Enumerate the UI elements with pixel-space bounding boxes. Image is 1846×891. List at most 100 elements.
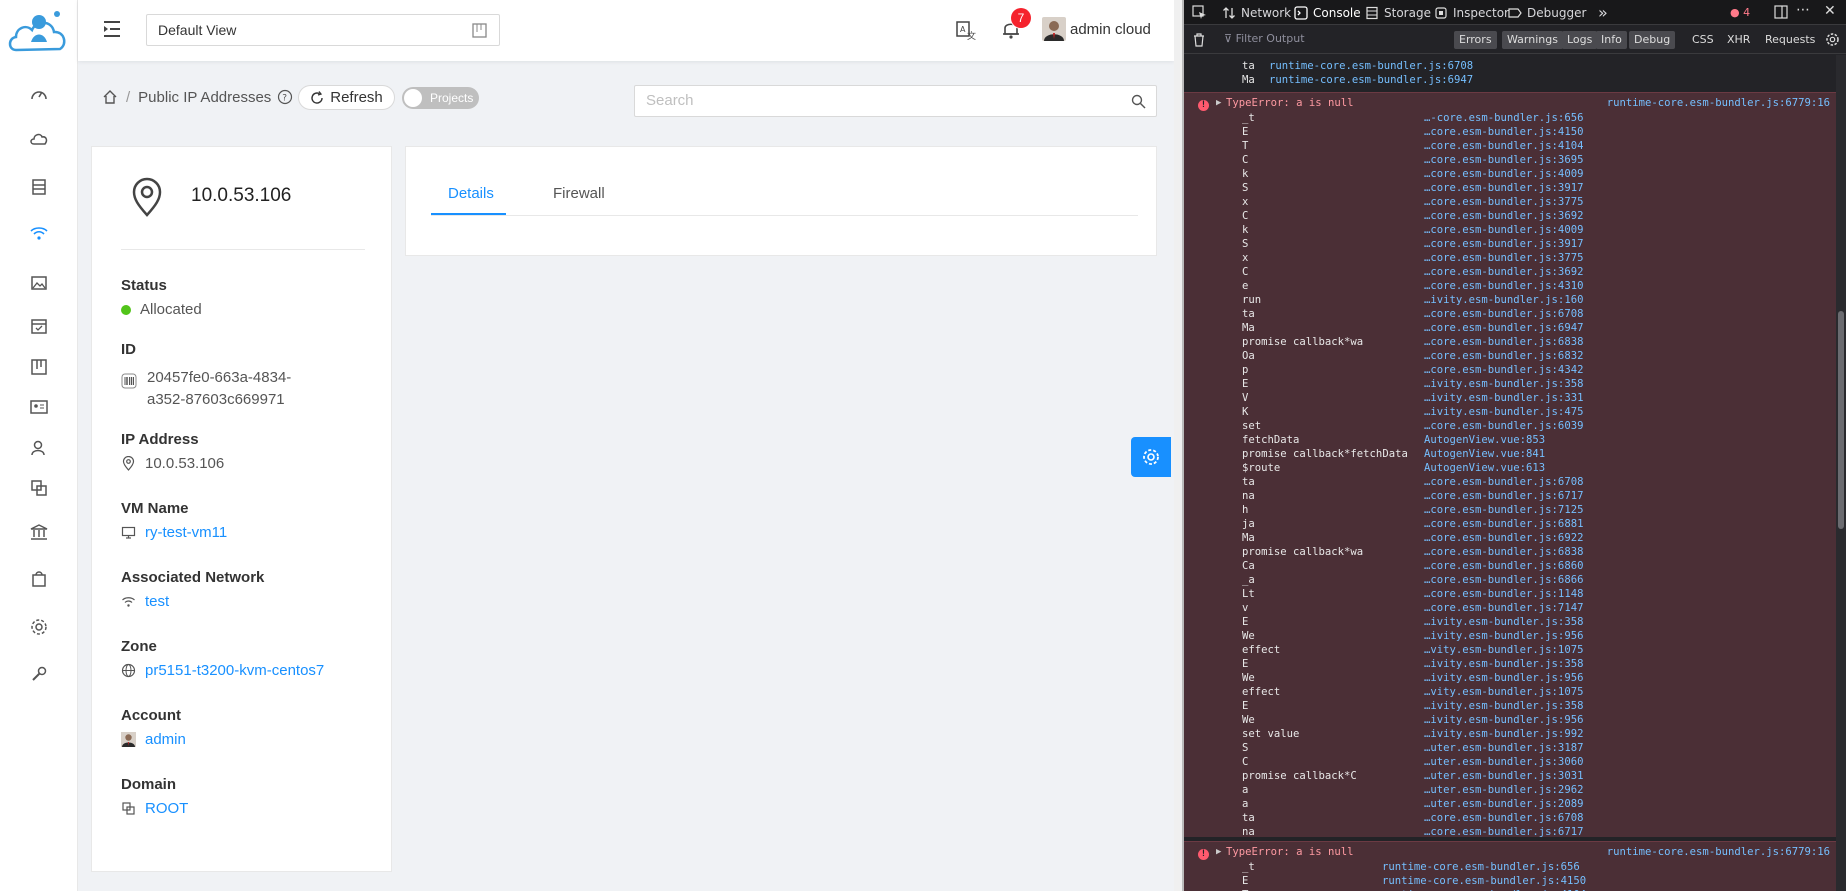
stack-frame-location-link[interactable]: …ivity.esm-bundler.js:956 — [1424, 671, 1583, 685]
home-icon[interactable] — [102, 89, 118, 105]
element-picker-icon[interactable] — [1192, 5, 1207, 20]
filter-errors-button[interactable]: Errors — [1454, 31, 1497, 49]
stack-frame-location-link[interactable]: …core.esm-bundler.js:6039 — [1424, 419, 1583, 433]
stack-frame-location-link[interactable]: …ivity.esm-bundler.js:160 — [1424, 293, 1583, 307]
stack-frame-location-link[interactable]: …core.esm-bundler.js:3695 — [1424, 153, 1583, 167]
nav-compute-cloud-icon[interactable] — [22, 124, 56, 154]
stack-frame-location-link[interactable]: …uter.esm-bundler.js:3031 — [1424, 769, 1583, 783]
stack-frame-location-link[interactable]: …core.esm-bundler.js:3692 — [1424, 209, 1583, 223]
close-devtools-icon[interactable]: ✕ — [1824, 3, 1836, 19]
stack-frame-location-link[interactable]: …core.esm-bundler.js:3917 — [1424, 181, 1583, 195]
menu-fold-icon[interactable] — [100, 18, 124, 40]
stack-frame-location-link[interactable]: …ivity.esm-bundler.js:956 — [1424, 713, 1583, 727]
filter-warnings-button[interactable]: Warnings — [1502, 31, 1563, 49]
stack-frame-location-link[interactable]: runtime-core.esm-bundler.js:656 — [1382, 860, 1580, 874]
stack-frame-location-link[interactable]: …ivity.esm-bundler.js:475 — [1424, 405, 1583, 419]
stack-frame-location-link[interactable]: …core.esm-bundler.js:4009 — [1424, 223, 1583, 237]
dock-side-icon[interactable] — [1774, 5, 1788, 19]
stack-frame-location-link[interactable]: …core.esm-bundler.js:4342 — [1424, 363, 1583, 377]
nav-offerings-bag-icon[interactable] — [22, 564, 56, 594]
stack-frame-location-link[interactable]: …ivity.esm-bundler.js:331 — [1424, 391, 1583, 405]
stack-frame-location-link[interactable]: …uter.esm-bundler.js:3187 — [1424, 741, 1583, 755]
stack-frame-location-link[interactable]: …core.esm-bundler.js:3692 — [1424, 265, 1583, 279]
stack-frame-location-link[interactable]: …ivity.esm-bundler.js:358 — [1424, 377, 1583, 391]
stack-frame-location-link[interactable]: …core.esm-bundler.js:6922 — [1424, 531, 1583, 545]
expand-arrow-icon[interactable]: ▶ — [1216, 98, 1221, 108]
stack-frame-location-link[interactable]: …core.esm-bundler.js:7147 — [1424, 601, 1583, 615]
refresh-button[interactable]: Refresh — [298, 85, 395, 110]
stack-frame-location-link[interactable]: …core.esm-bundler.js:7125 — [1424, 503, 1583, 517]
zone-link[interactable]: pr5151-t3200-kvm-centos7 — [145, 662, 324, 679]
stack-frame-location-link[interactable]: …core.esm-bundler.js:6717 — [1424, 825, 1583, 839]
search-icon[interactable] — [1131, 94, 1146, 109]
filter-output-input[interactable]: ⊽ Filter Output — [1224, 32, 1305, 45]
stack-frame-location-link[interactable]: …core.esm-bundler.js:6708 — [1424, 475, 1583, 489]
stack-frame-location-link[interactable]: runtime-core.esm-bundler.js:6947 — [1269, 73, 1473, 87]
stack-frame-location-link[interactable]: …core.esm-bundler.js:1148 — [1424, 587, 1583, 601]
stack-frame-location-link[interactable]: …vity.esm-bundler.js:1075 — [1424, 685, 1583, 699]
nav-accounts-users-icon[interactable] — [22, 433, 56, 463]
stack-frame-location-link[interactable]: …core.esm-bundler.js:3775 — [1424, 195, 1583, 209]
domain-link[interactable]: ROOT — [145, 800, 188, 817]
nav-events-calendar-icon[interactable] — [22, 311, 56, 341]
stack-frame-location-link[interactable]: …ivity.esm-bundler.js:358 — [1424, 657, 1583, 671]
stack-frame-location-link[interactable]: …uter.esm-bundler.js:3060 — [1424, 755, 1583, 769]
error-source-link[interactable]: runtime-core.esm-bundler.js:6779:16 — [1607, 97, 1830, 109]
translation-icon[interactable]: A文 — [954, 19, 976, 41]
error-source-link[interactable]: runtime-core.esm-bundler.js:6779:16 — [1607, 846, 1830, 858]
settings-drawer-button[interactable] — [1131, 437, 1171, 477]
stack-frame-location-link[interactable]: …ivity.esm-bundler.js:956 — [1424, 629, 1583, 643]
user-name[interactable]: admin cloud — [1070, 21, 1151, 38]
stack-frame-location-link[interactable]: …uter.esm-bundler.js:2089 — [1424, 797, 1583, 811]
tab-details[interactable]: Details — [448, 185, 494, 202]
more-options-icon[interactable]: ⋯ — [1796, 2, 1810, 18]
stack-frame-location-link[interactable]: …core.esm-bundler.js:4150 — [1424, 125, 1583, 139]
console-scrollbar[interactable] — [1836, 55, 1846, 891]
stack-frame-location-link[interactable]: …core.esm-bundler.js:6708 — [1424, 811, 1583, 825]
projects-toggle-switch[interactable]: Projects — [402, 87, 479, 109]
network-link[interactable]: test — [145, 593, 169, 610]
filter-requests-button[interactable]: Requests — [1760, 31, 1820, 49]
stack-frame-location-link[interactable]: …ivity.esm-bundler.js:992 — [1424, 727, 1583, 741]
devtools-error-count[interactable]: ● 4 — [1730, 6, 1750, 19]
stack-frame-location-link[interactable]: …core.esm-bundler.js:3775 — [1424, 251, 1583, 265]
devtools-tab-console[interactable]: Console — [1294, 0, 1361, 25]
nav-domains-icon[interactable] — [22, 473, 56, 503]
stack-frame-location-link[interactable]: runtime-core.esm-bundler.js:6708 — [1269, 59, 1473, 73]
page-scrollbar[interactable] — [1174, 0, 1182, 891]
filter-logs-button[interactable]: Logs — [1562, 31, 1598, 49]
devtools-tab-network[interactable]: Network — [1222, 0, 1291, 25]
filter-css-button[interactable]: CSS — [1687, 31, 1719, 49]
nav-infrastructure-bank-icon[interactable] — [22, 517, 56, 547]
stack-frame-location-link[interactable]: …core.esm-bundler.js:4310 — [1424, 279, 1583, 293]
stack-frame-location-link[interactable]: runtime-core.esm-bundler.js:4150 — [1382, 874, 1586, 888]
account-link[interactable]: admin — [145, 731, 186, 748]
nav-images-icon[interactable] — [22, 268, 56, 298]
stack-frame-location-link[interactable]: …core.esm-bundler.js:3917 — [1424, 237, 1583, 251]
stack-frame-location-link[interactable]: AutogenView.vue:841 — [1424, 447, 1545, 461]
console-settings-gear-icon[interactable] — [1825, 32, 1840, 47]
nav-dashboard-icon[interactable] — [22, 80, 56, 110]
stack-frame-location-link[interactable]: AutogenView.vue:853 — [1424, 433, 1545, 447]
filter-xhr-button[interactable]: XHR — [1722, 31, 1755, 49]
stack-frame-location-link[interactable]: …core.esm-bundler.js:6947 — [1424, 321, 1583, 335]
tab-firewall[interactable]: Firewall — [553, 185, 605, 202]
more-tabs-chevron-icon[interactable]: » — [1598, 0, 1608, 25]
scrollbar-thumb[interactable] — [1838, 311, 1844, 529]
stack-frame-location-link[interactable]: …-core.esm-bundler.js:656 — [1424, 111, 1583, 125]
stack-frame-location-link[interactable]: …core.esm-bundler.js:6832 — [1424, 349, 1583, 363]
nav-tools-wrench-icon[interactable] — [22, 659, 56, 689]
nav-storage-icon[interactable] — [22, 172, 56, 202]
filter-debug-button[interactable]: Debug — [1629, 31, 1676, 49]
devtools-tab-debugger[interactable]: Debugger — [1508, 0, 1586, 25]
nav-projects-icon[interactable] — [22, 352, 56, 382]
stack-frame-location-link[interactable]: …core.esm-bundler.js:6717 — [1424, 489, 1583, 503]
devtools-tab-inspector[interactable]: Inspector — [1434, 0, 1509, 25]
cloudstack-logo[interactable] — [6, 6, 72, 62]
stack-frame-location-link[interactable]: …ivity.esm-bundler.js:358 — [1424, 699, 1583, 713]
vm-name-link[interactable]: ry-test-vm11 — [145, 524, 227, 541]
nav-network-wifi-icon[interactable] — [22, 218, 56, 248]
stack-frame-location-link[interactable]: …core.esm-bundler.js:6860 — [1424, 559, 1583, 573]
user-avatar[interactable] — [1042, 17, 1066, 41]
stack-frame-location-link[interactable]: …uter.esm-bundler.js:2962 — [1424, 783, 1583, 797]
